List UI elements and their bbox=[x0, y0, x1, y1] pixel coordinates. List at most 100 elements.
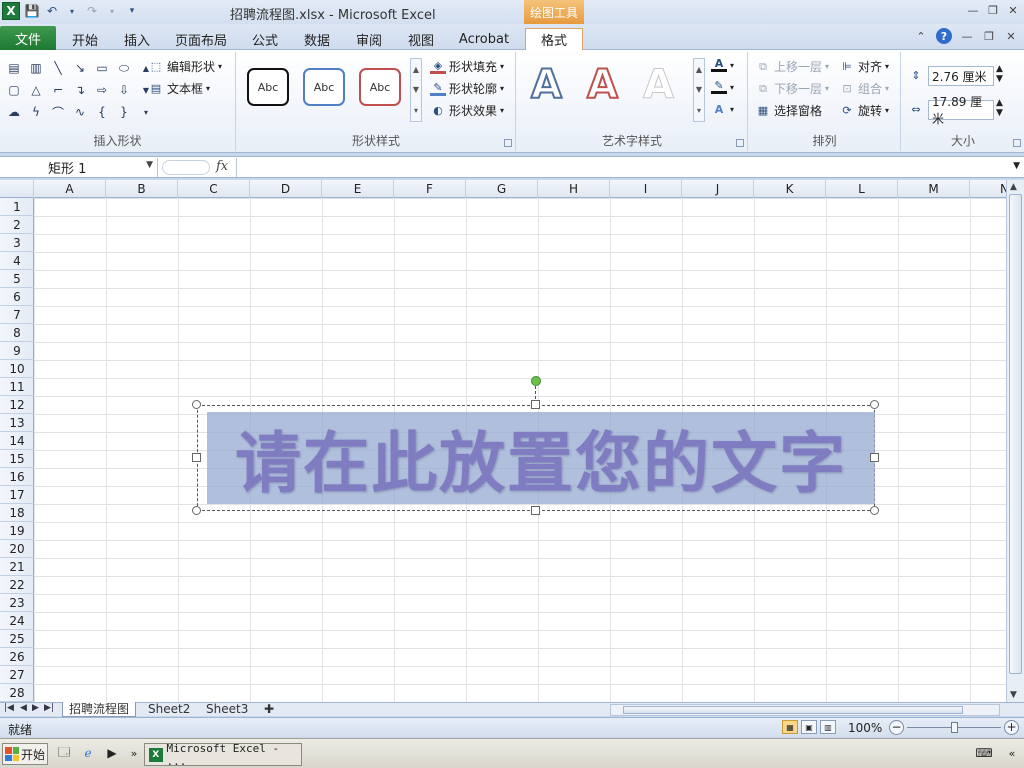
elbow-connector-icon[interactable]: ⌐ bbox=[48, 80, 68, 100]
send-backward-button[interactable]: ⧉ 下移一层 ▾ bbox=[755, 80, 829, 97]
resize-handle-top[interactable] bbox=[531, 400, 540, 409]
right-brace-shape-icon[interactable]: } bbox=[114, 102, 134, 122]
row-header[interactable]: 3 bbox=[0, 234, 34, 252]
shape-text[interactable]: 请在此放置您的文字 bbox=[235, 410, 847, 506]
gallery-more-icon[interactable]: ▾ bbox=[136, 102, 156, 122]
row-header[interactable]: 16 bbox=[0, 468, 34, 486]
gallery-up-icon[interactable]: ▲ bbox=[696, 65, 702, 74]
wordart-preset-2[interactable]: A bbox=[586, 61, 619, 109]
close-icon[interactable]: ✕ bbox=[1006, 3, 1020, 17]
gallery-down-icon[interactable]: ▼ bbox=[696, 85, 702, 94]
row-header[interactable]: 21 bbox=[0, 558, 34, 576]
row-header[interactable]: 13 bbox=[0, 414, 34, 432]
shape-outline-button[interactable]: ✎ 形状轮廓 ▾ bbox=[430, 80, 504, 97]
workbook-minimize-icon[interactable]: — bbox=[960, 29, 974, 43]
resize-handle-top-left[interactable] bbox=[192, 400, 201, 409]
column-header[interactable]: J bbox=[682, 180, 754, 198]
gallery-more-icon[interactable]: ▾ bbox=[414, 106, 418, 115]
row-header[interactable]: 10 bbox=[0, 360, 34, 378]
formula-bar-splitter[interactable] bbox=[162, 160, 210, 175]
tab-formulas[interactable]: 公式 bbox=[248, 28, 282, 50]
tray-expand-icon[interactable]: « bbox=[1004, 745, 1020, 761]
row-header[interactable]: 24 bbox=[0, 612, 34, 630]
triangle-shape-icon[interactable]: △ bbox=[26, 80, 46, 100]
tab-file[interactable]: 文件 bbox=[0, 26, 56, 50]
elbow-arrow-connector-icon[interactable]: ↴ bbox=[70, 80, 90, 100]
row-header[interactable]: 5 bbox=[0, 270, 34, 288]
workbook-close-icon[interactable]: ✕ bbox=[1004, 29, 1018, 43]
bring-forward-button[interactable]: ⧉ 上移一层 ▾ bbox=[755, 58, 829, 75]
rotate-button[interactable]: ⟳ 旋转 ▾ bbox=[839, 102, 889, 119]
workbook-restore-icon[interactable]: ❐ bbox=[982, 29, 996, 43]
shape-styles-launcher-icon[interactable] bbox=[504, 139, 512, 147]
horizontal-scrollbar[interactable] bbox=[610, 704, 1000, 716]
column-header[interactable]: E bbox=[322, 180, 394, 198]
text-outline-button[interactable]: ✎ ▾ bbox=[711, 79, 734, 94]
row-header[interactable]: 6 bbox=[0, 288, 34, 306]
rotation-handle[interactable] bbox=[531, 376, 541, 386]
row-header[interactable]: 17 bbox=[0, 486, 34, 504]
text-effects-button[interactable]: A ▾ bbox=[711, 102, 734, 116]
resize-handle-right[interactable] bbox=[870, 453, 879, 462]
customize-qat-icon[interactable]: ▾ bbox=[124, 3, 140, 19]
tab-format[interactable]: 格式 bbox=[525, 28, 583, 50]
row-header[interactable]: 9 bbox=[0, 342, 34, 360]
column-header[interactable]: A bbox=[34, 180, 106, 198]
resize-handle-left[interactable] bbox=[192, 453, 201, 462]
horizontal-scroll-thumb[interactable] bbox=[623, 706, 963, 714]
oval-shape-icon[interactable]: ⬭ bbox=[114, 58, 134, 78]
sheet-tab[interactable]: Sheet3 bbox=[200, 702, 254, 717]
prev-sheet-icon[interactable]: ◀ bbox=[20, 703, 27, 713]
zoom-level[interactable]: 100% bbox=[848, 721, 882, 735]
width-spinner-icon[interactable]: ▲ ▼ bbox=[996, 98, 1003, 118]
wordart-gallery-scroll[interactable]: ▲ ▼ ▾ bbox=[693, 58, 705, 122]
cloud-shape-icon[interactable]: ☁ bbox=[4, 102, 24, 122]
resize-handle-bottom[interactable] bbox=[531, 506, 540, 515]
shape-style-preset-1[interactable]: Abc bbox=[247, 68, 289, 106]
height-spinner-icon[interactable]: ▲ ▼ bbox=[996, 64, 1003, 84]
wordart-styles-launcher-icon[interactable] bbox=[736, 139, 744, 147]
row-header[interactable]: 14 bbox=[0, 432, 34, 450]
row-header[interactable]: 20 bbox=[0, 540, 34, 558]
column-header[interactable]: L bbox=[826, 180, 898, 198]
right-arrow-shape-icon[interactable]: ⇨ bbox=[92, 80, 112, 100]
row-header[interactable]: 19 bbox=[0, 522, 34, 540]
start-button[interactable]: 开始 bbox=[2, 743, 48, 765]
curve-shape-icon[interactable]: ⌒ bbox=[48, 102, 68, 122]
column-header[interactable]: K bbox=[754, 180, 826, 198]
sheet-tab-active[interactable]: 招聘流程图 bbox=[62, 702, 137, 717]
rounded-rect-shape-icon[interactable]: ▢ bbox=[4, 80, 24, 100]
page-layout-view-icon[interactable]: ▣ bbox=[801, 720, 817, 734]
scroll-down-icon[interactable]: ▼ bbox=[1010, 690, 1017, 700]
tab-insert[interactable]: 插入 bbox=[120, 28, 154, 50]
rectangle-shape-icon[interactable]: ▭ bbox=[92, 58, 112, 78]
row-header[interactable]: 26 bbox=[0, 648, 34, 666]
insert-function-icon[interactable]: fx bbox=[216, 159, 228, 174]
tab-review[interactable]: 审阅 bbox=[352, 28, 386, 50]
row-header[interactable]: 12 bbox=[0, 396, 34, 414]
row-header[interactable]: 18 bbox=[0, 504, 34, 522]
formula-input[interactable] bbox=[236, 158, 1006, 177]
row-header[interactable]: 27 bbox=[0, 666, 34, 684]
size-launcher-icon[interactable] bbox=[1013, 139, 1021, 147]
minimize-ribbon-icon[interactable]: ⌃ bbox=[914, 29, 928, 43]
excel-logo-icon[interactable]: X bbox=[2, 2, 20, 20]
gallery-up-icon[interactable]: ▲ bbox=[413, 65, 419, 74]
rectangle-shape[interactable]: 请在此放置您的文字 bbox=[207, 412, 875, 504]
column-header[interactable]: D bbox=[250, 180, 322, 198]
row-header[interactable]: 11 bbox=[0, 378, 34, 396]
redo-dropdown-icon[interactable]: ▾ bbox=[104, 3, 120, 19]
row-header[interactable]: 2 bbox=[0, 216, 34, 234]
resize-handle-top-right[interactable] bbox=[870, 400, 879, 409]
tab-data[interactable]: 数据 bbox=[300, 28, 334, 50]
text-fill-button[interactable]: A ▾ bbox=[711, 57, 734, 72]
save-icon[interactable]: 💾 bbox=[24, 3, 40, 19]
column-header[interactable]: G bbox=[466, 180, 538, 198]
scroll-up-icon[interactable]: ▲ bbox=[1010, 182, 1017, 192]
row-header[interactable]: 22 bbox=[0, 576, 34, 594]
shape-style-gallery-scroll[interactable]: ▲ ▼ ▾ bbox=[410, 58, 422, 122]
undo-icon[interactable]: ↶ bbox=[44, 3, 60, 19]
zoom-out-icon[interactable]: − bbox=[889, 720, 904, 735]
column-header[interactable]: N bbox=[970, 180, 1006, 198]
keyboard-tray-icon[interactable]: ⌨ bbox=[975, 745, 992, 761]
